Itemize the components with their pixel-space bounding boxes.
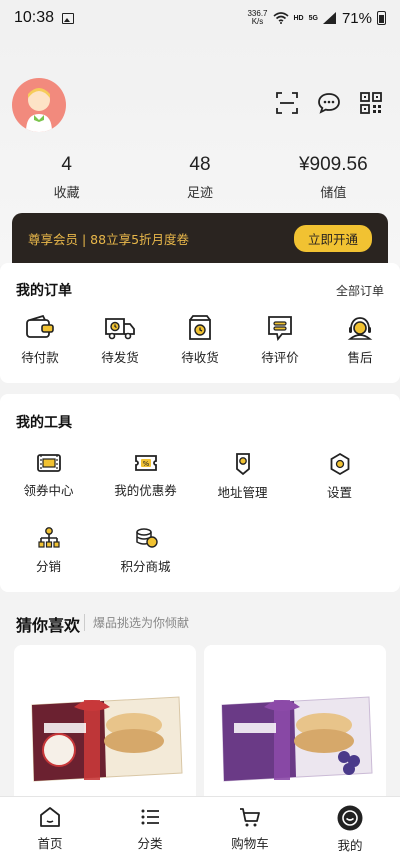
coupon-center-icon	[36, 454, 61, 472]
order-pending-payment[interactable]: 待付款	[0, 315, 80, 366]
orders-title: 我的订单	[16, 283, 72, 299]
vip-text: 尊享会员 | 88立享5折月度卷	[28, 231, 190, 247]
truck-icon	[105, 318, 135, 340]
cart-icon	[240, 808, 260, 827]
tool-address[interactable]: 地址管理	[194, 452, 291, 501]
battery-percent: 71%	[341, 9, 372, 27]
wifi-icon	[272, 12, 289, 24]
status-bar: 10:38 336.7 K/s HD 5G 71%	[0, 0, 400, 36]
stat-balance[interactable]: ¥909.56 储值	[267, 154, 400, 201]
scan-icon[interactable]	[274, 90, 300, 116]
gear-icon	[330, 452, 349, 476]
hd-indicator: HD	[293, 14, 304, 22]
tool-settings[interactable]: 设置	[291, 452, 388, 501]
order-after-sales[interactable]: 售后	[320, 315, 400, 366]
tools-row-1: 领券中心 % 我的优惠券 地址管理 设置	[0, 452, 400, 501]
svg-text:%: %	[142, 460, 149, 468]
bottom-tab-bar: 首页 分类 购物车 我的	[0, 796, 400, 858]
order-pending-review[interactable]: 待评价	[240, 315, 320, 366]
status-time: 10:38	[14, 9, 55, 26]
tools-card: 我的工具 领券中心 % 我的优惠券 地址管理 设置 分销 积分商城	[0, 394, 400, 592]
tool-points-mall[interactable]: 积分商城	[97, 526, 194, 575]
points-mall-icon	[135, 528, 158, 548]
tools-row-2: 分销 积分商城	[0, 526, 400, 575]
tab-mine[interactable]: 我的	[300, 797, 400, 858]
tool-distribution[interactable]: 分销	[0, 526, 97, 575]
product-image	[14, 645, 196, 805]
all-orders-link[interactable]: 全部订单	[336, 282, 384, 299]
home-icon	[40, 807, 60, 827]
avatar-illustration-icon	[26, 88, 52, 132]
vip-banner[interactable]: 尊享会员 | 88立享5折月度卷 立即开通	[12, 213, 388, 263]
product-card[interactable]	[14, 645, 196, 805]
tool-my-coupons[interactable]: % 我的优惠券	[97, 452, 194, 501]
orders-card: 我的订单 全部订单 待付款 待发货 待收货 待评价 售后	[0, 263, 400, 383]
net-speed: 336.7 K/s	[247, 9, 268, 26]
guess-title: 猜你喜欢	[16, 616, 81, 635]
status-right: 336.7 K/s HD 5G 71%	[247, 10, 386, 27]
signal-5g: 5G	[308, 14, 318, 22]
header-actions	[274, 90, 384, 116]
stat-footprints[interactable]: 48 足迹	[133, 154, 266, 201]
qr-code-icon[interactable]	[358, 90, 384, 116]
package-clock-icon	[189, 315, 211, 340]
tools-title: 我的工具	[16, 415, 72, 431]
orders-row: 待付款 待发货 待收货 待评价 售后	[0, 315, 400, 366]
product-image	[204, 645, 386, 805]
profile-icon	[337, 805, 363, 831]
tool-coupon-center[interactable]: 领券中心	[0, 452, 97, 501]
signal-icon	[322, 12, 336, 24]
product-card[interactable]	[204, 645, 386, 805]
guess-subtitle: 爆品挑选为你倾献	[84, 614, 189, 631]
order-pending-receipt[interactable]: 待收货	[160, 315, 240, 366]
stats-row: 4 收藏 48 足迹 ¥909.56 储值	[0, 154, 400, 201]
tab-home[interactable]: 首页	[0, 797, 100, 858]
distribution-icon	[37, 527, 60, 548]
location-icon	[235, 453, 250, 476]
stat-favorites[interactable]: 4 收藏	[0, 154, 133, 201]
message-icon[interactable]	[316, 90, 342, 116]
list-icon	[141, 809, 159, 825]
vip-open-button[interactable]: 立即开通	[293, 224, 372, 252]
coupon-icon: %	[134, 455, 157, 471]
headset-icon	[347, 317, 373, 340]
battery-icon	[377, 11, 386, 25]
comment-icon	[268, 316, 292, 341]
order-pending-shipment[interactable]: 待发货	[80, 315, 160, 366]
tab-category[interactable]: 分类	[100, 797, 200, 858]
tab-cart[interactable]: 购物车	[200, 797, 300, 858]
wallet-icon	[26, 315, 54, 338]
image-notification-icon	[62, 12, 75, 24]
avatar[interactable]	[12, 78, 66, 132]
